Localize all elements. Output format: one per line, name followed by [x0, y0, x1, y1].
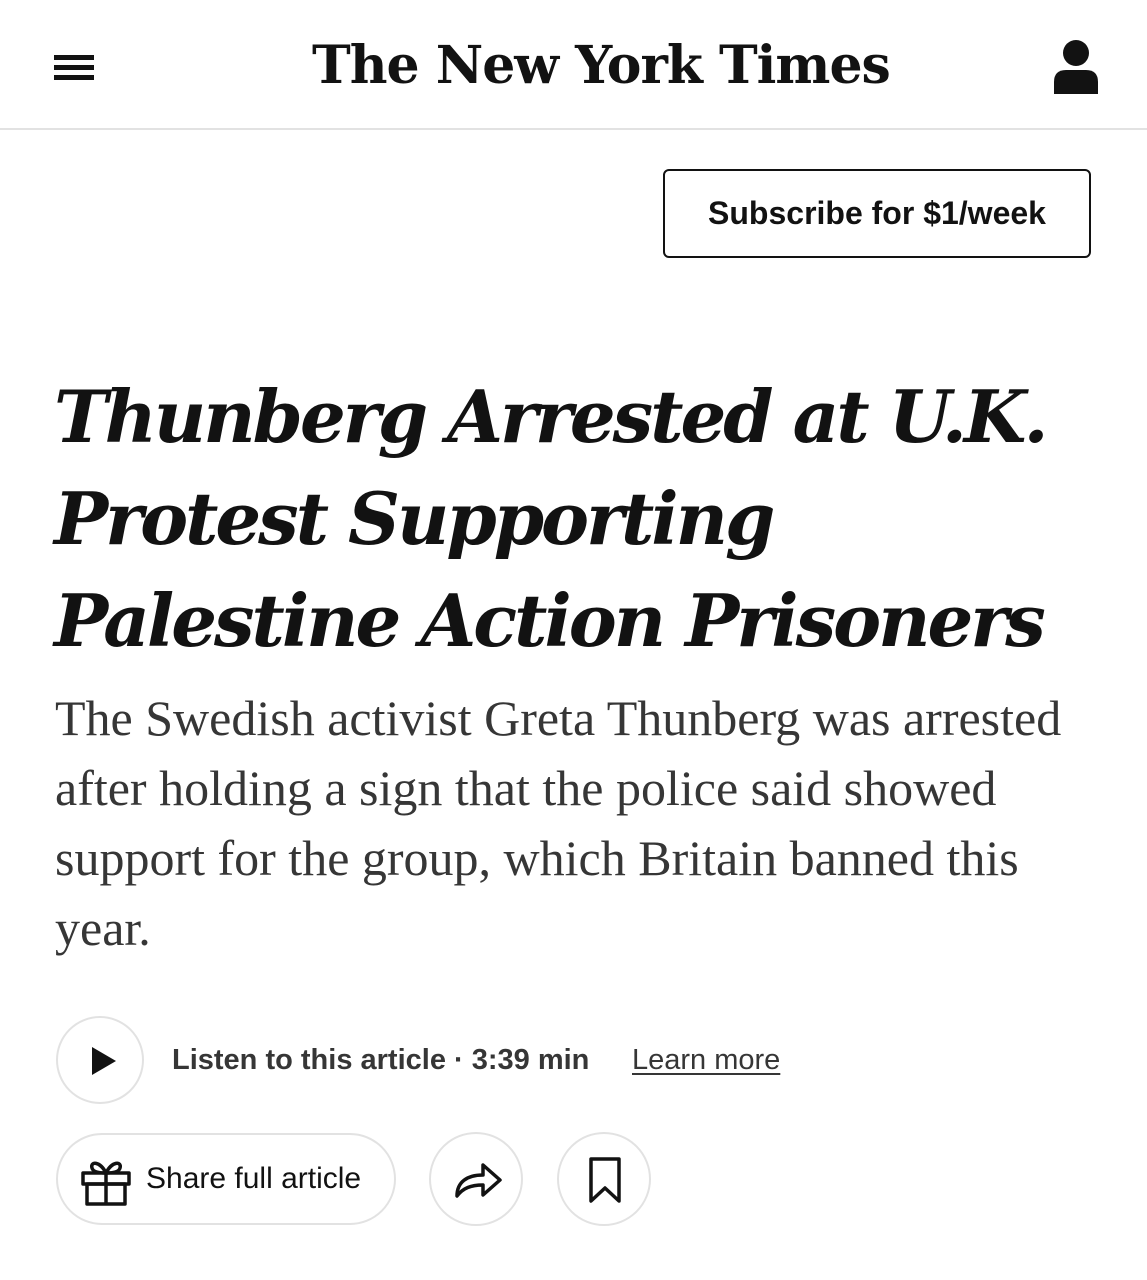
user-account-icon[interactable] [1052, 38, 1100, 94]
bookmark-icon [589, 1157, 621, 1203]
share-full-article-label: Share full article [146, 1162, 362, 1195]
play-icon [92, 1047, 116, 1075]
article-summary: The Swedish activist Greta Thunberg was … [55, 690, 1062, 956]
share-arrow-icon [455, 1163, 502, 1198]
hamburger-menu-icon[interactable] [54, 53, 96, 83]
gift-icon [81, 1161, 131, 1206]
learn-more-link[interactable]: Learn more [632, 1040, 780, 1080]
site-logo[interactable]: The New York Times [312, 26, 891, 106]
site-header: The New York Times [0, 0, 1147, 130]
subscribe-button[interactable]: Subscribe for $1/week [663, 169, 1091, 258]
share-full-article-button[interactable]: Share full article [56, 1133, 396, 1225]
share-button[interactable] [429, 1132, 523, 1226]
play-audio-button[interactable] [56, 1016, 144, 1104]
save-bookmark-button[interactable] [557, 1132, 651, 1226]
listen-duration-label: Listen to this article · 3:39 min [172, 1044, 590, 1076]
article-headline: Thunberg Arrested at U.K. Protest Suppor… [54, 374, 1049, 663]
